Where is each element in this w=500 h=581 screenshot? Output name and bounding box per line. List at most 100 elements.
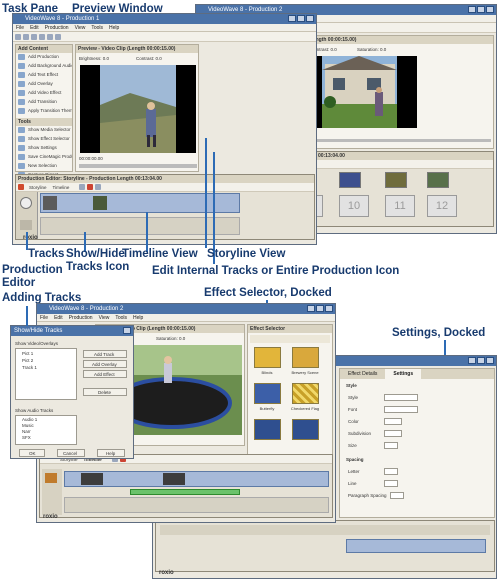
cut-icon[interactable] — [39, 33, 45, 40]
storyline-clip[interactable] — [385, 172, 407, 188]
storyline-clip[interactable] — [427, 172, 449, 188]
menu-view[interactable]: View — [75, 25, 86, 31]
close-icon[interactable] — [325, 305, 333, 312]
video-track-item[interactable]: Track 1 — [22, 365, 37, 370]
tab-effect-details[interactable]: Effect Details — [340, 369, 385, 379]
effect-checkered-flag-thumb[interactable] — [292, 383, 319, 404]
undo-icon[interactable] — [47, 33, 53, 40]
delete-icon[interactable] — [87, 184, 94, 190]
dialog-titlebar[interactable]: Show/Hide Tracks — [11, 326, 133, 336]
audio-track-icon[interactable] — [20, 220, 32, 230]
tool-new-selection[interactable]: New Selection — [16, 162, 72, 171]
cut-icon[interactable] — [79, 184, 86, 190]
storyline-slot-12[interactable]: 12 — [427, 195, 457, 217]
window-titlebar[interactable]: VideoWave 8 - Production 2 — [37, 304, 335, 314]
maximize-icon[interactable] — [477, 6, 485, 13]
maximize-icon[interactable] — [316, 305, 324, 312]
minimize-icon[interactable] — [468, 6, 476, 13]
preview-video[interactable] — [80, 65, 196, 153]
timeline-audio-track[interactable] — [64, 497, 329, 513]
effect-selector-tab[interactable]: Effect Selector — [248, 325, 332, 333]
ok-button[interactable]: OK — [19, 449, 45, 457]
menu-tools[interactable]: Tools — [115, 315, 127, 321]
subdivision-select[interactable] — [384, 430, 402, 437]
menu-file[interactable]: File — [40, 315, 48, 321]
add-overlay-button[interactable]: Add Overlay — [83, 360, 127, 368]
video-track-icon[interactable] — [20, 197, 32, 209]
menu-tools[interactable]: Tools — [91, 25, 103, 31]
tool-save-cinemagic[interactable]: Save CineMagic Production — [16, 153, 72, 162]
minimize-icon[interactable] — [307, 305, 315, 312]
task-add-text-effect[interactable]: Add Text Effect — [16, 71, 72, 80]
menu-file[interactable]: File — [16, 25, 24, 31]
audio-tracks-list[interactable]: Audio 1 Music Narr SFX — [15, 415, 77, 445]
task-add-transition[interactable]: Add Transition — [16, 98, 72, 107]
tool-show-settings[interactable]: Show Settings — [16, 144, 72, 153]
delete-button[interactable]: Delete — [83, 388, 127, 396]
menu-production[interactable]: Production — [69, 315, 93, 321]
storyline-slot-10[interactable]: 10 — [339, 195, 369, 217]
menu-help[interactable]: Help — [109, 25, 119, 31]
storyline-slot-11[interactable]: 11 — [385, 195, 415, 217]
audio-track-item[interactable]: SFX — [22, 435, 31, 440]
effect-blinds-thumb[interactable] — [254, 347, 281, 368]
task-add-video-effect[interactable]: Add Video Effect — [16, 89, 72, 98]
video-track-icon[interactable] — [45, 473, 57, 483]
cancel-button[interactable]: Cancel — [57, 449, 85, 457]
timeline-video-clip[interactable] — [346, 539, 486, 553]
effect-thumb[interactable] — [292, 419, 319, 440]
task-add-background-audio[interactable]: Add Background Audio — [16, 62, 72, 71]
timeline-video-clip[interactable] — [40, 193, 240, 213]
style-select[interactable] — [384, 394, 418, 401]
redo-icon[interactable] — [55, 33, 61, 40]
minimize-icon[interactable] — [468, 357, 476, 364]
menu-edit[interactable]: Edit — [30, 25, 39, 31]
close-icon[interactable] — [306, 15, 314, 22]
show-hide-tracks-icon[interactable] — [18, 184, 24, 190]
open-icon[interactable] — [23, 33, 29, 40]
video-track-item[interactable]: Pict 2 — [22, 358, 33, 363]
tab-settings[interactable]: Settings — [385, 369, 422, 379]
video-tracks-list[interactable]: Pict 1 Pict 2 Track 1 — [15, 348, 77, 400]
task-add-overlay[interactable]: Add Overlay — [16, 80, 72, 89]
menu-edit[interactable]: Edit — [54, 315, 63, 321]
maximize-icon[interactable] — [477, 357, 485, 364]
audio-track-item[interactable]: Audio 1 — [22, 417, 37, 422]
task-apply-transition-theme[interactable]: Apply Transition Theme — [16, 107, 72, 116]
letter-spacing-input[interactable] — [384, 468, 398, 475]
tool-show-media-selector[interactable]: Show Media Selector — [16, 126, 72, 135]
audio-track-item[interactable]: Narr — [22, 429, 31, 434]
task-add-production[interactable]: Add Production — [16, 53, 72, 62]
effect-butterfly-thumb[interactable] — [254, 383, 281, 404]
close-icon[interactable] — [486, 6, 494, 13]
font-select[interactable] — [384, 406, 418, 413]
effect-thumb[interactable] — [254, 419, 281, 440]
storyline-clip[interactable] — [339, 172, 361, 188]
timeline-audio-track[interactable] — [40, 217, 240, 235]
maximize-icon[interactable] — [297, 15, 305, 22]
timeline-tab[interactable]: Timeline — [53, 185, 70, 190]
zoom-icon[interactable] — [95, 184, 102, 190]
help-button[interactable]: Help — [97, 449, 125, 457]
menu-help[interactable]: Help — [133, 315, 143, 321]
window-titlebar[interactable]: VideoWave 8 - Production 1 — [13, 14, 316, 24]
timeline-text-effect[interactable] — [130, 489, 240, 495]
paragraph-spacing-input[interactable] — [390, 492, 404, 499]
close-icon[interactable] — [123, 327, 131, 334]
close-icon[interactable] — [486, 357, 494, 364]
effect-brewery-scene-thumb[interactable] — [292, 347, 319, 368]
tool-show-effect-selector[interactable]: Show Effect Selector — [16, 135, 72, 144]
color-select[interactable] — [384, 418, 402, 425]
minimize-icon[interactable] — [288, 15, 296, 22]
new-icon[interactable] — [15, 33, 21, 40]
video-track-item[interactable]: Pict 1 — [22, 351, 33, 356]
scrub-bar[interactable] — [79, 164, 197, 168]
storyline-tab[interactable]: Storyline — [29, 185, 47, 190]
audio-track-item[interactable]: Music — [22, 423, 34, 428]
add-track-button[interactable]: Add Track — [83, 350, 127, 358]
timeline-video-clip[interactable] — [64, 471, 329, 487]
line-spacing-input[interactable] — [384, 480, 398, 487]
add-effect-button[interactable]: Add Effect — [83, 370, 127, 378]
menu-production[interactable]: Production — [45, 25, 69, 31]
menu-view[interactable]: View — [99, 315, 110, 321]
